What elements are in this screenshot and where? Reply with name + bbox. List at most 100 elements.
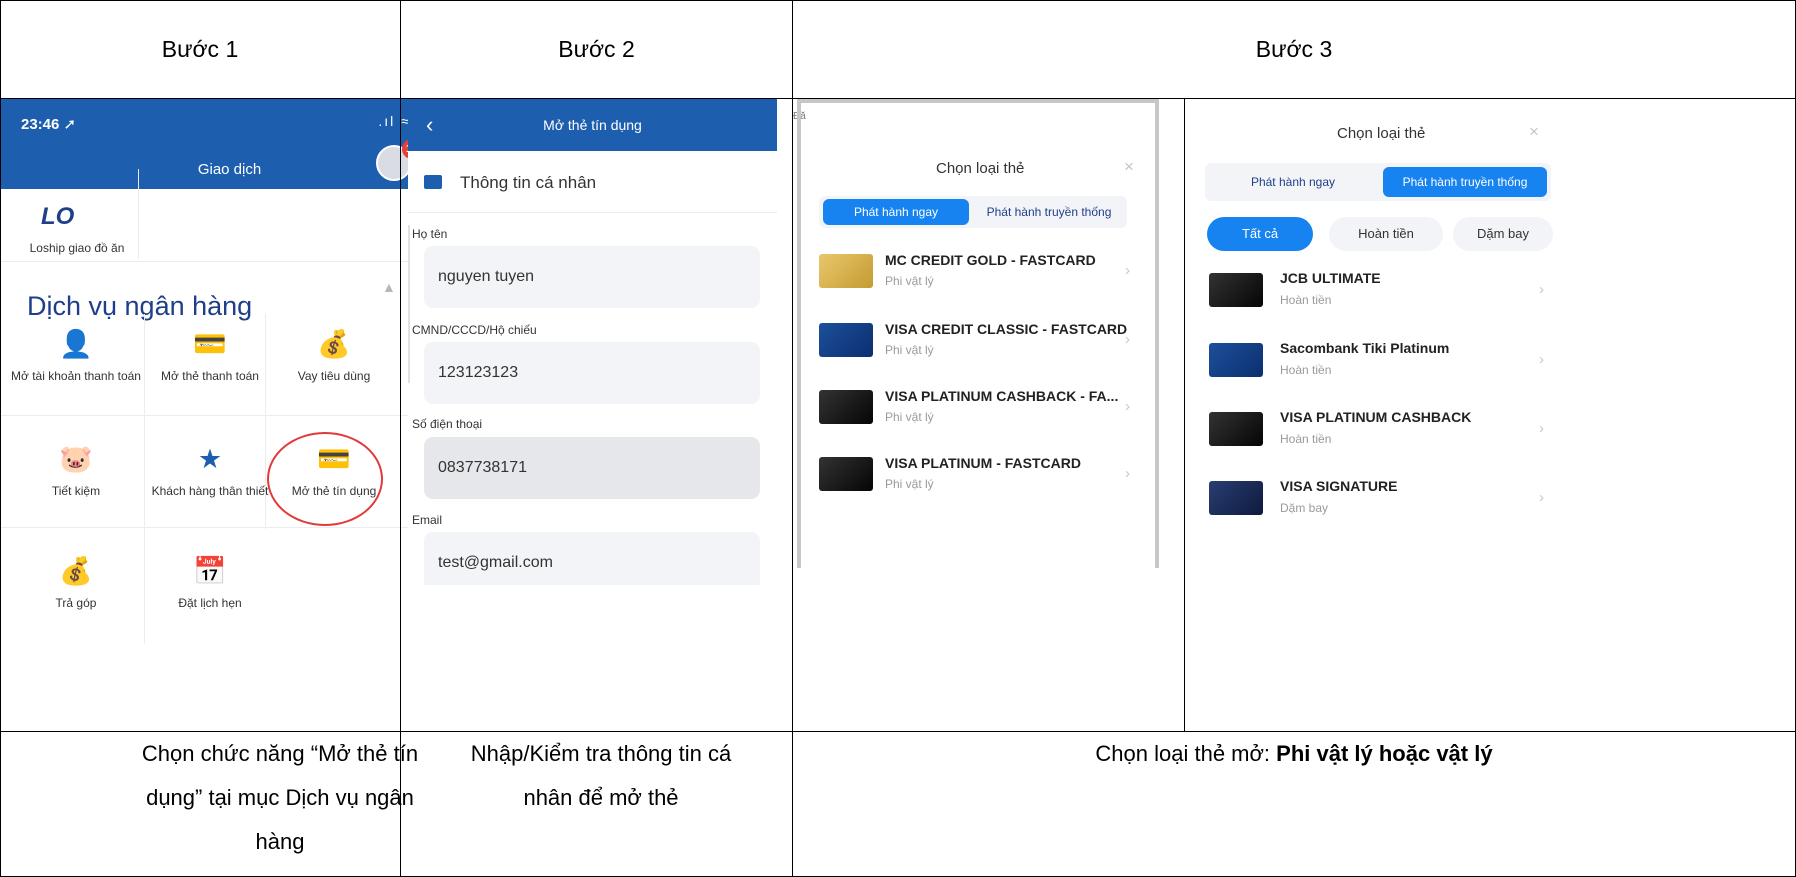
- card-type: Dặm bay: [1280, 501, 1329, 515]
- list-item[interactable]: VISA SIGNATURE Dặm bay ›: [1209, 477, 1555, 531]
- chevron-right-icon: ›: [1539, 489, 1544, 506]
- caption-step-3-highlight: Phi vật lý hoặc vật lý: [1276, 741, 1493, 766]
- list-item[interactable]: Sacombank Tiki Platinum Hoàn tiền ›: [1209, 339, 1555, 393]
- card-image: [1209, 273, 1263, 307]
- card-type: Phi vật lý: [885, 410, 934, 424]
- step3-right-screenshot: Chọn loại thẻ × Phát hành ngay Phát hành…: [1185, 99, 1795, 731]
- table-border: [400, 0, 401, 877]
- chevron-right-icon: ›: [1125, 262, 1130, 279]
- tile-consumer-loan[interactable]: 💰 Vay tiêu dùng: [259, 327, 409, 384]
- field-label-name: Họ tên: [412, 227, 448, 241]
- email-field[interactable]: test@gmail.com: [424, 532, 760, 585]
- section-label: Thông tin cá nhân: [460, 173, 597, 192]
- divider: [408, 225, 410, 383]
- header-step-3: Bước 3: [1255, 35, 1333, 62]
- form-header: ‹ Mở thẻ tín dụng: [408, 99, 777, 151]
- filter-miles[interactable]: Dặm bay: [1453, 217, 1553, 251]
- header-step-2: Bước 2: [558, 35, 635, 62]
- card-name: VISA PLATINUM CASHBACK - FA...: [885, 388, 1119, 404]
- list-item[interactable]: VISA PLATINUM - FASTCARD Phi vật lý ›: [819, 455, 1139, 505]
- caption-step-3-text: Chọn loại thẻ mở:: [1095, 741, 1277, 766]
- money-bag-icon: 💰: [317, 329, 351, 359]
- divider: [1, 415, 411, 416]
- card-name: MC CREDIT GOLD - FASTCARD: [885, 252, 1096, 268]
- card-image: [819, 457, 873, 491]
- field-label-email: Email: [412, 513, 443, 527]
- list-item[interactable]: VISA CREDIT CLASSIC - FASTCARD Phi vật l…: [819, 321, 1139, 371]
- table-border: [792, 0, 793, 877]
- tile-label: Trả góp: [55, 596, 97, 610]
- dialog-title: Chọn loại thẻ: [936, 160, 1025, 177]
- account-icon: 👤: [59, 329, 93, 359]
- card-image: [1209, 481, 1263, 515]
- table-border: [0, 98, 1796, 99]
- close-icon[interactable]: ×: [1529, 122, 1539, 142]
- card-image: [819, 323, 873, 357]
- tab-traditional[interactable]: Phát hành truyền thống: [975, 199, 1123, 225]
- steps-table: Bước 1 Bước 2 Bước 3 23:46 ➚ .ıl ≈ ▭ Gia…: [0, 0, 1796, 877]
- dialog-title: Chọn loại thẻ: [1337, 125, 1426, 142]
- close-icon[interactable]: ×: [1124, 157, 1134, 177]
- card-image: [819, 254, 873, 288]
- tile-open-account[interactable]: 👤 Mở tài khoản thanh toán: [1, 327, 151, 384]
- section-header: Thông tin cá nhân: [424, 173, 596, 193]
- card-name: JCB ULTIMATE: [1280, 270, 1381, 286]
- divider: [1, 527, 411, 528]
- card-name: VISA PLATINUM CASHBACK: [1280, 409, 1472, 425]
- card-type: Phi vật lý: [885, 477, 934, 491]
- tile-label: Tiết kiệm: [51, 484, 101, 498]
- table-border: [0, 731, 1796, 732]
- tab-issue-now[interactable]: Phát hành ngay: [1209, 167, 1377, 197]
- chevron-right-icon: ›: [1125, 465, 1130, 482]
- panel-divider: [1184, 98, 1185, 732]
- card-type: Phi vật lý: [885, 274, 934, 288]
- tile-appointment[interactable]: 📅 Đặt lịch hẹn: [135, 554, 285, 611]
- loship-label: Loship giao đồ ăn: [29, 241, 125, 255]
- divider: [408, 212, 777, 213]
- tile-label: Đặt lịch hẹn: [178, 596, 242, 610]
- divider: [1, 261, 411, 262]
- tile-installment[interactable]: 💰 Trả góp: [1, 554, 151, 611]
- field-label-phone: Số điện thoại: [412, 417, 483, 431]
- status-time: 23:46 ➚: [21, 116, 77, 133]
- name-field[interactable]: nguyen tuyen: [424, 246, 760, 308]
- tab-traditional[interactable]: Phát hành truyền thống: [1383, 167, 1547, 197]
- divider: [138, 169, 139, 259]
- card-type: Phi vật lý: [885, 343, 934, 357]
- chevron-right-icon: ›: [1125, 398, 1130, 415]
- filter-all[interactable]: Tất cả: [1207, 217, 1313, 251]
- caption-step-2: Nhập/Kiểm tra thông tin cá nhân để mở th…: [470, 741, 732, 810]
- table-border: [0, 0, 1796, 1]
- phone-field[interactable]: 0837738171: [424, 437, 760, 499]
- caption-step-1: Chọn chức năng “Mở thẻ tín dụng” tại mục…: [141, 741, 419, 854]
- card-name: Sacombank Tiki Platinum: [1280, 340, 1450, 356]
- id-number-field[interactable]: 123123123: [424, 342, 760, 404]
- money-bag-icon: 💰: [59, 556, 93, 586]
- card-image: [1209, 412, 1263, 446]
- list-item[interactable]: VISA PLATINUM CASHBACK Hoàn tiền ›: [1209, 408, 1555, 462]
- highlight-circle: [267, 432, 383, 526]
- caption-step-3: Chọn loại thẻ mở: Phi vật lý hoặc vật lý: [793, 732, 1795, 776]
- step2-screenshot: ‹ Mở thẻ tín dụng Thông tin cá nhân Họ t…: [408, 99, 791, 585]
- step3-left-screenshot: Đă Chọn loại thẻ × Phát hành ngay Phát h…: [793, 99, 1183, 569]
- list-item[interactable]: VISA PLATINUM CASHBACK - FA... Phi vật l…: [819, 388, 1139, 438]
- card-name: VISA SIGNATURE: [1280, 478, 1398, 494]
- collapse-icon[interactable]: ▲: [382, 279, 396, 295]
- list-item[interactable]: MC CREDIT GOLD - FASTCARD Phi vật lý ›: [819, 252, 1139, 302]
- card-name: VISA PLATINUM - FASTCARD: [885, 455, 1081, 471]
- filter-cashback[interactable]: Hoàn tiền: [1329, 217, 1443, 251]
- chevron-right-icon: ›: [1539, 351, 1544, 368]
- list-item[interactable]: JCB ULTIMATE Hoàn tiền ›: [1209, 269, 1555, 323]
- table-border: [0, 0, 1, 877]
- id-card-icon: [424, 175, 442, 189]
- card-type: Hoàn tiền: [1280, 363, 1332, 377]
- field-label-id: CMND/CCCD/Hộ chiếu: [412, 323, 537, 337]
- tile-savings[interactable]: 🐷 Tiết kiệm: [1, 442, 151, 499]
- chevron-right-icon: ›: [1539, 420, 1544, 437]
- loship-logo[interactable]: LO: [41, 203, 74, 231]
- chevron-right-icon: ›: [1539, 281, 1544, 298]
- calendar-icon: 📅: [193, 556, 227, 586]
- step1-screenshot: 23:46 ➚ .ıl ≈ ▭ Giao dịch 165 LO Loship …: [1, 99, 458, 731]
- tab-issue-now[interactable]: Phát hành ngay: [823, 199, 969, 225]
- section-title: Dịch vụ ngân hàng: [27, 291, 253, 321]
